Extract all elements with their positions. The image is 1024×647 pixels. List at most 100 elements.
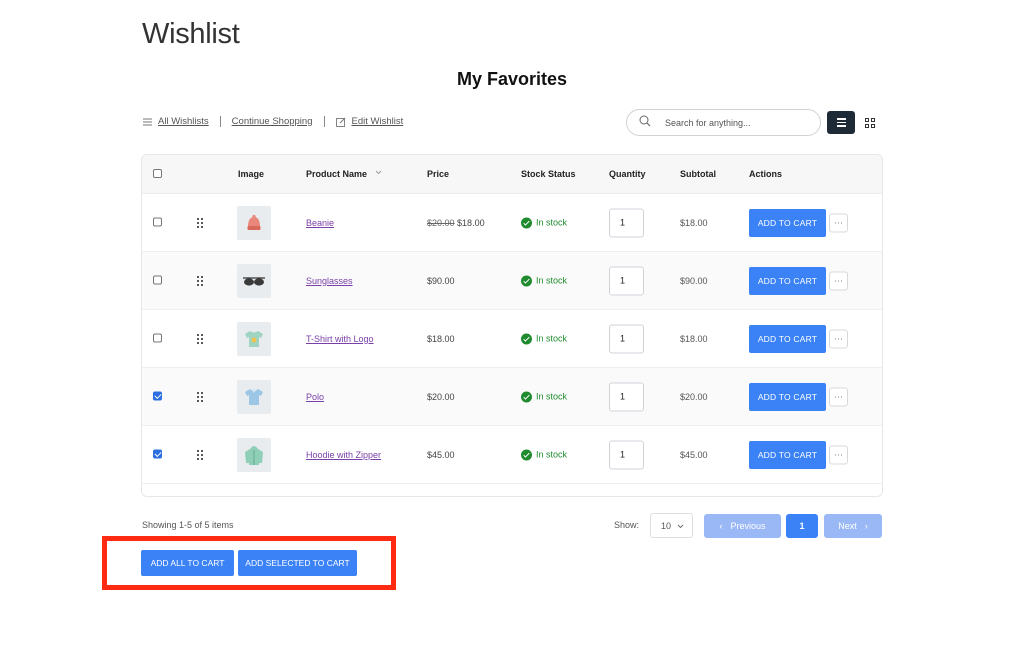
drag-handle-icon[interactable]	[197, 449, 203, 460]
product-price: $90.00	[427, 276, 455, 286]
product-price: $20.00	[427, 392, 455, 402]
chevron-right-icon: ›	[864, 521, 868, 531]
current-price: $20.00	[427, 391, 455, 402]
header-image: Image	[238, 169, 265, 179]
table-row: T-Shirt with Logo $18.00 In stock 1 $18.00 AD…	[142, 310, 882, 368]
product-image[interactable]	[237, 379, 271, 414]
more-actions-button[interactable]: ···	[829, 329, 848, 348]
add-all-to-cart-button[interactable]: ADD ALL TO CART	[141, 550, 234, 576]
ellipsis-icon: ···	[834, 391, 843, 402]
page-1-button[interactable]: 1	[786, 514, 818, 538]
continue-shopping-link[interactable]: Continue Shopping	[232, 116, 313, 127]
check-circle-icon	[521, 333, 532, 344]
quantity-input[interactable]: 1	[609, 324, 644, 353]
check-circle-icon	[521, 217, 532, 228]
list-view-button[interactable]	[827, 111, 855, 134]
more-actions-button[interactable]: ···	[829, 445, 848, 464]
stock-label: In stock	[536, 217, 568, 228]
search-icon	[639, 114, 651, 132]
chevron-left-icon: ‹	[719, 521, 723, 531]
table-row: Sunglasses $90.00 In stock 1 $90.00 ADD TO CA…	[142, 252, 882, 310]
quantity-input[interactable]: 1	[609, 266, 644, 295]
ellipsis-icon: ···	[834, 449, 843, 460]
add-to-cart-button[interactable]: ADD TO CART	[749, 208, 826, 237]
grid-view-button[interactable]	[859, 111, 881, 134]
stock-status: In stock	[521, 217, 567, 228]
check-circle-icon	[521, 391, 532, 402]
show-label: Show:	[614, 520, 640, 530]
product-name-link[interactable]: Beanie	[306, 218, 334, 228]
header-product-name[interactable]: Product Name	[306, 169, 367, 179]
add-to-cart-button[interactable]: ADD TO CART	[749, 266, 826, 295]
all-wishlists-link[interactable]: All Wishlists	[158, 116, 209, 127]
ellipsis-icon: ···	[834, 217, 843, 228]
add-to-cart-button[interactable]: ADD TO CART	[749, 382, 826, 411]
next-label: Next	[838, 521, 857, 531]
more-actions-button[interactable]: ···	[829, 213, 848, 232]
check-circle-icon	[521, 449, 532, 460]
add-selected-to-cart-button[interactable]: ADD SELECTED TO CART	[238, 550, 357, 576]
product-name-link[interactable]: Sunglasses	[306, 276, 353, 286]
more-actions-button[interactable]: ···	[829, 271, 848, 290]
edit-wishlist-link[interactable]: Edit Wishlist	[352, 116, 404, 127]
search-box	[626, 109, 821, 136]
row-checkbox[interactable]	[153, 391, 162, 402]
select-all-checkbox[interactable]	[153, 169, 162, 180]
divider	[219, 116, 221, 127]
product-image[interactable]	[237, 205, 271, 240]
current-price: $45.00	[427, 449, 455, 460]
drag-handle-icon[interactable]	[197, 217, 203, 228]
product-price: $45.00	[427, 450, 455, 460]
wishlist-name: My Favorites	[456, 69, 568, 89]
current-price: $18.00	[457, 217, 485, 228]
per-page-value: 10	[661, 520, 672, 531]
row-checkbox[interactable]	[153, 217, 162, 228]
stock-label: In stock	[536, 275, 568, 286]
product-name-link[interactable]: Hoodie with Zipper	[306, 450, 381, 460]
stock-status: In stock	[521, 275, 567, 286]
list-icon	[142, 117, 152, 127]
row-checkbox[interactable]	[153, 333, 162, 344]
row-subtotal: $18.00	[680, 217, 708, 228]
product-name-link[interactable]: Polo	[306, 392, 324, 402]
quantity-input[interactable]: 1	[609, 440, 644, 469]
product-image[interactable]	[237, 321, 271, 356]
stock-label: In stock	[536, 333, 568, 344]
wishlist-table: Image Product Name Price Stock Status Qu…	[141, 154, 883, 497]
header-quantity: Quantity	[609, 169, 646, 179]
product-name-link[interactable]: T-Shirt with Logo	[306, 334, 374, 344]
product-price: $20.00 $18.00	[427, 218, 485, 228]
row-checkbox[interactable]	[153, 275, 162, 286]
sort-chevron-icon[interactable]	[375, 167, 382, 177]
search-input[interactable]	[665, 117, 805, 128]
drag-handle-icon[interactable]	[197, 275, 203, 286]
ellipsis-icon: ···	[834, 275, 843, 286]
product-image[interactable]	[237, 437, 271, 472]
current-price: $18.00	[427, 333, 455, 344]
current-price: $90.00	[427, 275, 455, 286]
add-to-cart-button[interactable]: ADD TO CART	[749, 440, 826, 469]
grid-view-icon	[865, 117, 869, 122]
header-subtotal: Subtotal	[680, 169, 716, 179]
drag-handle-icon[interactable]	[197, 333, 203, 344]
next-page-button[interactable]: Next ›	[824, 514, 882, 538]
previous-label: Previous	[730, 521, 766, 531]
drag-handle-icon[interactable]	[197, 391, 203, 402]
divider	[323, 116, 325, 127]
stock-label: In stock	[536, 391, 568, 402]
table-row: Polo $20.00 In stock 1 $20.00 ADD TO CART ···	[142, 368, 882, 426]
showing-count: Showing 1-5 of 5 items	[142, 520, 234, 530]
row-subtotal: $20.00	[680, 391, 708, 402]
more-actions-button[interactable]: ···	[829, 387, 848, 406]
row-checkbox[interactable]	[153, 449, 162, 460]
quantity-input[interactable]: 1	[609, 382, 644, 411]
add-to-cart-button[interactable]: ADD TO CART	[749, 324, 826, 353]
per-page-select[interactable]: 10	[650, 513, 693, 538]
stock-status: In stock	[521, 333, 567, 344]
header-stock-status: Stock Status	[521, 169, 576, 179]
previous-page-button[interactable]: ‹ Previous	[704, 514, 781, 538]
row-subtotal: $45.00	[680, 449, 708, 460]
product-image[interactable]	[237, 263, 271, 298]
chevron-down-icon	[677, 521, 684, 531]
quantity-input[interactable]: 1	[609, 208, 644, 237]
